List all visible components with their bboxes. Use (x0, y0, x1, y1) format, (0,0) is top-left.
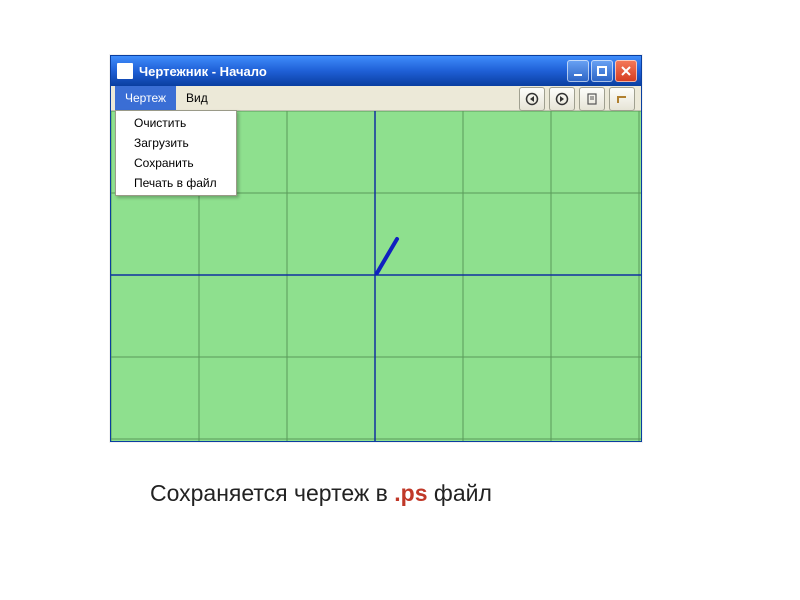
forward-icon (555, 92, 569, 106)
close-button[interactable] (615, 60, 637, 82)
toolbar-btn-rewind[interactable] (519, 87, 545, 111)
menu-item-load[interactable]: Загрузить (116, 133, 236, 153)
menu-drawing[interactable]: Чертеж (115, 86, 176, 110)
slide-caption: Сохраняется чертеж в .ps файл (150, 480, 492, 507)
minimize-icon (571, 64, 585, 78)
window-title: Чертежник - Начало (139, 64, 567, 79)
caption-part1: Сохраняется чертеж в (150, 480, 394, 506)
menu-item-save[interactable]: Сохранить (116, 153, 236, 173)
caption-ext: .ps (394, 480, 427, 506)
app-icon (117, 63, 133, 79)
window-controls (567, 60, 637, 82)
app-window: Чертежник - Начало Чертеж Вид (110, 55, 642, 442)
toolbar-btn-page[interactable] (579, 87, 605, 111)
toolbar-btn-forward[interactable] (549, 87, 575, 111)
menubar: Чертеж Вид Очистить Загрузить Сохранить … (111, 86, 641, 111)
minimize-button[interactable] (567, 60, 589, 82)
caption-part2: файл (434, 480, 492, 506)
titlebar: Чертежник - Начало (111, 56, 641, 86)
rewind-icon (525, 92, 539, 106)
page-icon (585, 92, 599, 106)
menu-item-clear[interactable]: Очистить (116, 113, 236, 133)
menu-view[interactable]: Вид (176, 86, 218, 110)
maximize-button[interactable] (591, 60, 613, 82)
menu-item-print-to-file[interactable]: Печать в файл (116, 173, 236, 193)
corner-icon (615, 92, 629, 106)
maximize-icon (595, 64, 609, 78)
close-icon (619, 64, 633, 78)
menu-drawing-dropdown: Очистить Загрузить Сохранить Печать в фа… (115, 110, 237, 196)
toolbar-btn-corner[interactable] (609, 87, 635, 111)
